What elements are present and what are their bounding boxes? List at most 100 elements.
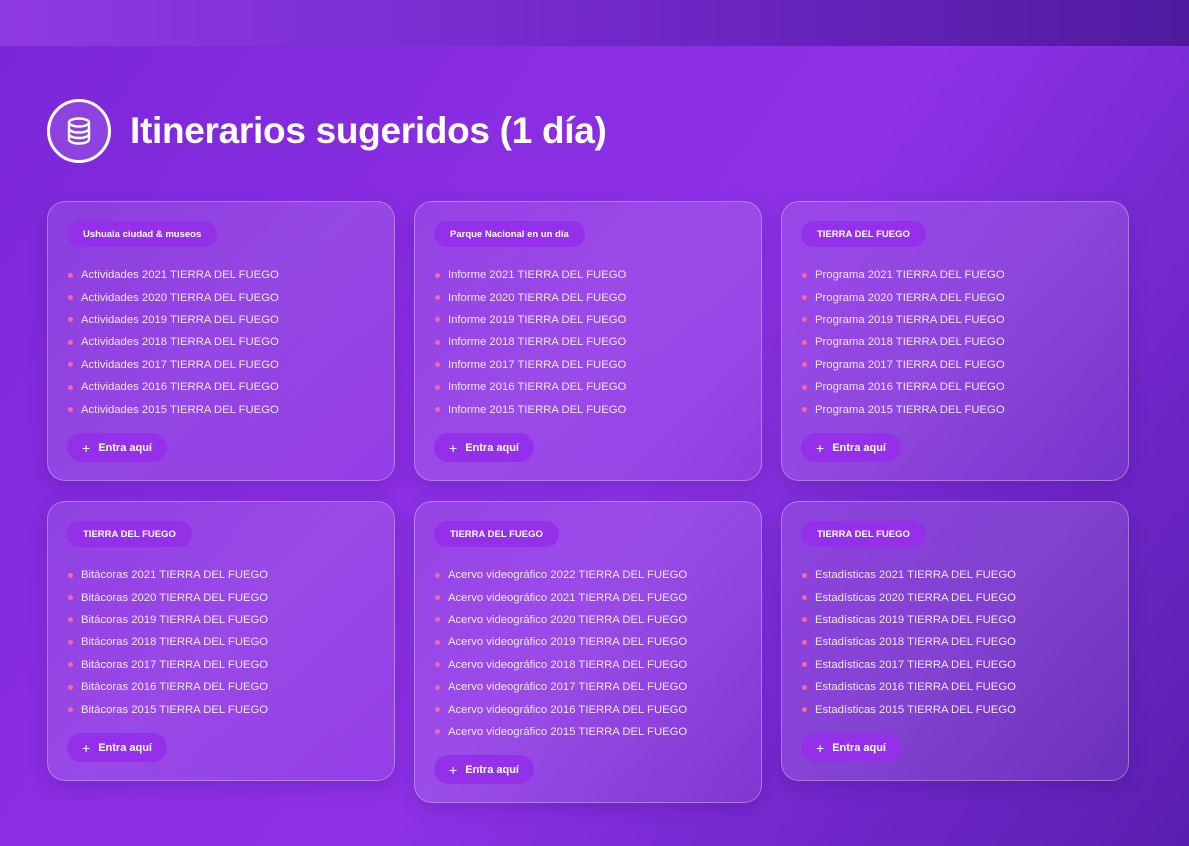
list-item[interactable]: Programa 2015 TIERRA DEL FUEGO [802,398,1005,420]
list-item[interactable]: Programa 2021 TIERRA DEL FUEGO [802,264,1005,286]
bullet-dot [435,707,440,713]
list-item[interactable]: Informe 2016 TIERRA DEL FUEGO [435,376,626,398]
bullet-dot [802,272,807,278]
list-item-label: Actividades 2021 TIERRA DEL FUEGO [81,269,279,282]
list-item-label: Actividades 2016 TIERRA DEL FUEGO [81,381,279,394]
list-item[interactable]: Informe 2021 TIERRA DEL FUEGO [435,264,626,286]
list-item[interactable]: Estadísticas 2015 TIERRA DEL FUEGO [802,698,1016,720]
list-item[interactable]: Bitácoras 2017 TIERRA DEL FUEGO [68,654,268,676]
list-item-label: Bitácoras 2020 TIERRA DEL FUEGO [81,591,269,604]
enter-button[interactable]: + Entra aquí [801,433,901,462]
list-item-label: Programa 2017 TIERRA DEL FUEGO [815,358,1005,371]
list-item[interactable]: Informe 2019 TIERRA DEL FUEGO [435,309,626,331]
bullet-dot [435,407,440,413]
bullet-dot [802,572,807,578]
plus-icon: + [82,439,91,456]
bullet-dot [68,339,73,345]
bullet-dot [68,362,73,368]
list-item[interactable]: Actividades 2018 TIERRA DEL FUEGO [68,331,279,353]
bullet-dot [435,729,440,735]
list-item[interactable]: Programa 2019 TIERRA DEL FUEGO [802,309,1005,331]
bullet-dot [68,684,73,690]
bullet-dot [435,684,440,690]
list-item-label: Acervo videográfico 2022 TIERRA DEL FUEG… [448,569,688,582]
list-item[interactable]: Acervo videográfico 2019 TIERRA DEL FUEG… [435,631,687,653]
list-item-label: Acervo videográfico 2015 TIERRA DEL FUEG… [448,725,688,738]
database-icon [47,99,111,163]
card-category-chip: Parque Nacional en un día [434,221,585,247]
enter-button-label: Entra aquí [832,441,886,454]
card-item-list: Estadísticas 2021 TIERRA DEL FUEGO Estad… [802,564,1016,721]
enter-button[interactable]: + Entra aquí [67,733,167,762]
list-item-label: Bitácoras 2019 TIERRA DEL FUEGO [81,613,269,626]
list-item-label: Bitácoras 2018 TIERRA DEL FUEGO [81,636,269,649]
list-item-label: Informe 2015 TIERRA DEL FUEGO [448,403,627,416]
bullet-dot [435,617,440,623]
list-item[interactable]: Actividades 2020 TIERRA DEL FUEGO [68,286,279,308]
list-item[interactable]: Estadísticas 2016 TIERRA DEL FUEGO [802,676,1016,698]
bullet-dot [802,295,807,301]
card-category-chip: TIERRA DEL FUEGO [801,221,926,247]
itinerary-card-acervo: TIERRA DEL FUEGO Acervo videográfico 202… [414,501,762,803]
bullet-dot [802,639,807,645]
list-item[interactable]: Bitácoras 2021 TIERRA DEL FUEGO [68,564,268,586]
list-item-label: Estadísticas 2016 TIERRA DEL FUEGO [815,681,1016,694]
bullet-dot [68,617,73,623]
list-item[interactable]: Programa 2020 TIERRA DEL FUEGO [802,286,1005,308]
list-item[interactable]: Informe 2018 TIERRA DEL FUEGO [435,331,626,353]
list-item[interactable]: Actividades 2015 TIERRA DEL FUEGO [68,398,279,420]
list-item-label: Programa 2020 TIERRA DEL FUEGO [815,291,1005,304]
list-item[interactable]: Bitácoras 2020 TIERRA DEL FUEGO [68,586,268,608]
list-item[interactable]: Programa 2017 TIERRA DEL FUEGO [802,354,1005,376]
list-item[interactable]: Bitácoras 2015 TIERRA DEL FUEGO [68,698,268,720]
list-item[interactable]: Actividades 2019 TIERRA DEL FUEGO [68,309,279,331]
list-item-label: Acervo videográfico 2018 TIERRA DEL FUEG… [448,658,688,671]
bullet-dot [802,707,807,713]
list-item[interactable]: Informe 2015 TIERRA DEL FUEGO [435,398,626,420]
list-item[interactable]: Acervo videográfico 2018 TIERRA DEL FUEG… [435,654,687,676]
list-item[interactable]: Programa 2016 TIERRA DEL FUEGO [802,376,1005,398]
bullet-dot [435,662,440,668]
list-item[interactable]: Acervo videográfico 2020 TIERRA DEL FUEG… [435,609,687,631]
list-item-label: Acervo videográfico 2016 TIERRA DEL FUEG… [448,703,688,716]
list-item[interactable]: Bitácoras 2018 TIERRA DEL FUEGO [68,631,268,653]
enter-button[interactable]: + Entra aquí [434,755,534,784]
bullet-dot [435,572,440,578]
list-item-label: Estadísticas 2017 TIERRA DEL FUEGO [815,658,1016,671]
list-item[interactable]: Estadísticas 2017 TIERRA DEL FUEGO [802,654,1016,676]
list-item-label: Actividades 2019 TIERRA DEL FUEGO [81,313,279,326]
list-item[interactable]: Bitácoras 2016 TIERRA DEL FUEGO [68,676,268,698]
list-item[interactable]: Actividades 2016 TIERRA DEL FUEGO [68,376,279,398]
list-item[interactable]: Bitácoras 2019 TIERRA DEL FUEGO [68,609,268,631]
list-item[interactable]: Informe 2017 TIERRA DEL FUEGO [435,354,626,376]
card-item-list: Acervo videográfico 2022 TIERRA DEL FUEG… [435,564,687,743]
list-item[interactable]: Estadísticas 2021 TIERRA DEL FUEGO [802,564,1016,586]
list-item[interactable]: Acervo videográfico 2015 TIERRA DEL FUEG… [435,721,687,743]
enter-button[interactable]: + Entra aquí [67,433,167,462]
list-item[interactable]: Estadísticas 2020 TIERRA DEL FUEGO [802,586,1016,608]
list-item[interactable]: Acervo videográfico 2016 TIERRA DEL FUEG… [435,698,687,720]
list-item[interactable]: Actividades 2021 TIERRA DEL FUEGO [68,264,279,286]
list-item[interactable]: Acervo videográfico 2022 TIERRA DEL FUEG… [435,564,687,586]
list-item-label: Acervo videográfico 2019 TIERRA DEL FUEG… [448,636,688,649]
list-item[interactable]: Estadísticas 2018 TIERRA DEL FUEGO [802,631,1016,653]
enter-button[interactable]: + Entra aquí [434,433,534,462]
list-item-label: Bitácoras 2016 TIERRA DEL FUEGO [81,681,269,694]
bullet-dot [68,707,73,713]
list-item[interactable]: Informe 2020 TIERRA DEL FUEGO [435,286,626,308]
card-item-list: Programa 2021 TIERRA DEL FUEGO Programa … [802,264,1005,421]
list-item-label: Informe 2016 TIERRA DEL FUEGO [448,381,627,394]
list-item[interactable]: Estadísticas 2019 TIERRA DEL FUEGO [802,609,1016,631]
enter-button[interactable]: + Entra aquí [801,733,901,762]
list-item[interactable]: Acervo videográfico 2021 TIERRA DEL FUEG… [435,586,687,608]
list-item-label: Bitácoras 2021 TIERRA DEL FUEGO [81,569,269,582]
enter-button-label: Entra aquí [98,741,152,754]
list-item[interactable]: Actividades 2017 TIERRA DEL FUEGO [68,354,279,376]
list-item-label: Acervo videográfico 2020 TIERRA DEL FUEG… [448,613,688,626]
itinerary-card-parque-nacional: Parque Nacional en un día Informe 2021 T… [414,201,762,481]
list-item-label: Estadísticas 2019 TIERRA DEL FUEGO [815,613,1016,626]
list-item[interactable]: Programa 2018 TIERRA DEL FUEGO [802,331,1005,353]
list-item-label: Informe 2017 TIERRA DEL FUEGO [448,358,627,371]
list-item[interactable]: Acervo videográfico 2017 TIERRA DEL FUEG… [435,676,687,698]
list-item-label: Informe 2020 TIERRA DEL FUEGO [448,291,627,304]
